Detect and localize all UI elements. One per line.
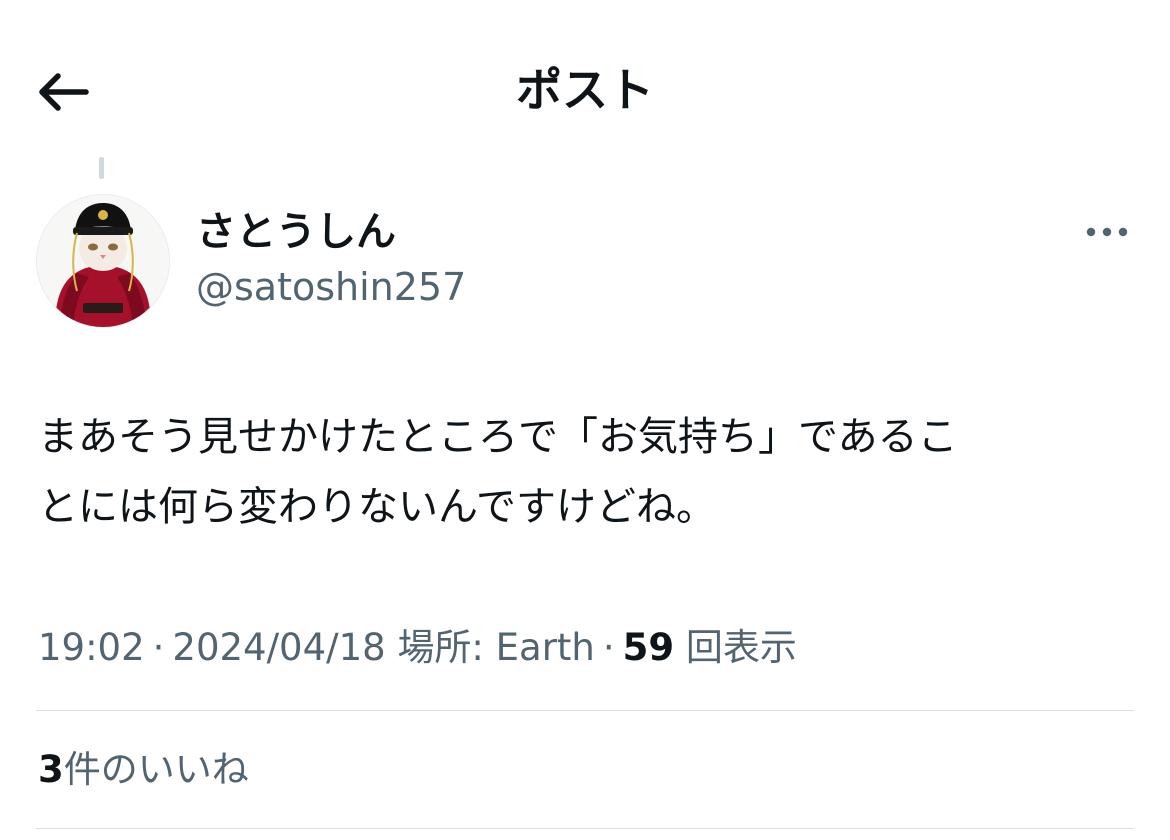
meta-separator: · (152, 626, 165, 669)
likes-link[interactable]: 3件のいいね (38, 742, 249, 798)
likes-label: 件のいいね (63, 748, 249, 791)
post-text-line: まあそう見せかけたところで「お気持ち」であるこ (38, 414, 958, 460)
views-label: 回表示 (685, 626, 797, 669)
cat-in-red-costume-avatar (37, 195, 169, 327)
meta-separator: · (602, 626, 615, 669)
author-handle[interactable]: @satoshin257 (196, 262, 466, 312)
divider (36, 710, 1134, 711)
post-text: まあそう見せかけたところで「お気持ち」であるこ とには何ら変わりないんですけどね… (38, 402, 1148, 542)
avatar[interactable] (36, 194, 170, 328)
more-horizontal-icon (1086, 227, 1128, 237)
views-count: 59 (622, 626, 675, 669)
post-text-line: とには何ら変わりないんですけどね。 (38, 484, 716, 530)
page-title: ポスト (516, 63, 654, 117)
post-location: 場所: Earth (397, 626, 595, 669)
author-display-name[interactable]: さとうしん (196, 206, 396, 258)
post-meta: 19:02 · 2024/04/18 場所: Earth · 59 回表示 (38, 620, 797, 676)
post-time[interactable]: 19:02 (38, 626, 145, 669)
likes-count: 3 (38, 748, 64, 791)
post-date[interactable]: 2024/04/18 (172, 626, 385, 669)
more-options-button[interactable] (1080, 214, 1134, 250)
divider (36, 828, 1134, 829)
thread-line (99, 157, 104, 179)
